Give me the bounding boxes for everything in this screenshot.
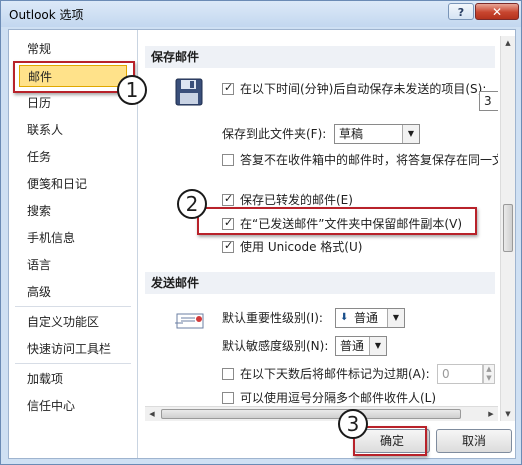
save-folder-select[interactable]: 草稿 ▼ (334, 124, 420, 144)
sensitivity-select[interactable]: 普通 ▼ (335, 336, 387, 356)
close-button[interactable]: ✕ (475, 3, 519, 20)
dialog-body: 常规 邮件 日历 联系人 任务 便笺和日记 搜索 手机信息 语言 高级 自定义功… (8, 29, 516, 459)
sidebar-divider (15, 306, 131, 307)
use-unicode-checkbox[interactable] (222, 239, 234, 253)
save-forwarded-checkbox[interactable] (222, 192, 234, 206)
importance-value: 普通 (354, 311, 379, 325)
save-icon (175, 78, 203, 106)
spin-arrows-icon[interactable]: ▲ ▼ (483, 364, 495, 384)
sidebar-item-addins[interactable]: 加载项 (19, 368, 127, 390)
callout-2: 2 (177, 189, 207, 219)
vertical-scroll-thumb[interactable] (503, 204, 513, 252)
sidebar-item-contacts[interactable]: 联系人 (19, 119, 127, 141)
scroll-down-icon[interactable]: ▼ (501, 407, 515, 421)
options-dialog: Outlook 选项 ? ✕ 常规 邮件 日历 联系人 任务 便笺和日记 搜索 … (0, 0, 522, 465)
chevron-down-icon: ▼ (369, 337, 386, 355)
reply-same-folder-checkbox[interactable] (222, 154, 234, 166)
chevron-down-icon: ▼ (387, 309, 404, 327)
use-unicode-label: 使用 Unicode 格式(U) (240, 240, 363, 254)
scroll-right-icon[interactable]: ▶ (484, 407, 498, 421)
importance-label: 默认重要性级别(I): (222, 311, 323, 325)
sensitivity-label: 默认敏感度级别(N): (222, 339, 329, 353)
autosave-checkbox[interactable] (222, 81, 234, 95)
sensitivity-value: 普通 (340, 339, 365, 353)
scroll-up-icon[interactable]: ▲ (501, 36, 515, 50)
cancel-button[interactable]: 取消 (436, 429, 512, 453)
help-button[interactable]: ? (448, 3, 474, 20)
scroll-left-icon[interactable]: ◀ (145, 407, 159, 421)
sidebar-item-language[interactable]: 语言 (19, 254, 127, 276)
expire-days-input[interactable]: 0 (437, 364, 483, 384)
comma-separator-label: 可以使用逗号分隔多个邮件收件人(L) (240, 391, 437, 405)
arrow-down-icon: ⬇ (340, 312, 349, 323)
autosave-minutes-input[interactable]: 3 (479, 91, 498, 111)
send-section-header: 发送邮件 (145, 272, 495, 294)
sidebar-divider (15, 363, 131, 364)
envelope-icon (175, 313, 204, 329)
callout-3: 3 (338, 409, 368, 439)
highlight-box-keep-sent-copy (197, 207, 477, 235)
sidebar-item-general[interactable]: 常规 (19, 38, 127, 60)
autosave-label-text: 在以下时间(分钟)后自动保存未发送的项目(S): (240, 82, 487, 96)
sidebar-item-quick-access-toolbar[interactable]: 快速访问工具栏 (19, 338, 127, 360)
horizontal-scroll-thumb[interactable] (161, 409, 461, 419)
save-section-header: 保存邮件 (145, 46, 495, 68)
chevron-down-icon: ▼ (402, 125, 419, 143)
window-title: Outlook 选项 (9, 8, 84, 22)
sidebar-item-mobile[interactable]: 手机信息 (19, 227, 127, 249)
save-folder-value: 草稿 (339, 127, 364, 141)
save-folder-label: 保存到此文件夹(F): (222, 127, 327, 141)
sidebar-item-notes-journal[interactable]: 便笺和日记 (19, 173, 127, 195)
save-forwarded-label: 保存已转发的邮件(E) (240, 193, 353, 207)
callout-1: 1 (117, 75, 147, 105)
expire-label: 在以下天数后将邮件标记为过期(A): (240, 367, 430, 381)
vertical-scrollbar[interactable]: ▲ ▼ (500, 36, 515, 421)
sidebar-item-advanced[interactable]: 高级 (19, 281, 127, 303)
sidebar-item-customize-ribbon[interactable]: 自定义功能区 (19, 311, 127, 333)
sidebar-item-tasks[interactable]: 任务 (19, 146, 127, 168)
sidebar-item-calendar[interactable]: 日历 (19, 92, 127, 114)
title-bar: Outlook 选项 ? ✕ (1, 1, 521, 27)
comma-separator-checkbox[interactable] (222, 392, 234, 404)
autosave-label: 在以下时间(分钟)后自动保存未发送的项目(S): (240, 81, 486, 97)
sidebar-item-trust-center[interactable]: 信任中心 (19, 395, 127, 417)
expire-checkbox[interactable] (222, 368, 234, 380)
importance-select[interactable]: ⬇ 普通 ▼ (335, 308, 405, 328)
reply-same-folder-label: 答复不在收件箱中的邮件时，将答复保存在同一文件夹中(M) (240, 153, 498, 167)
horizontal-scrollbar[interactable]: ◀ ▶ (145, 406, 498, 421)
sidebar-item-search[interactable]: 搜索 (19, 200, 127, 222)
